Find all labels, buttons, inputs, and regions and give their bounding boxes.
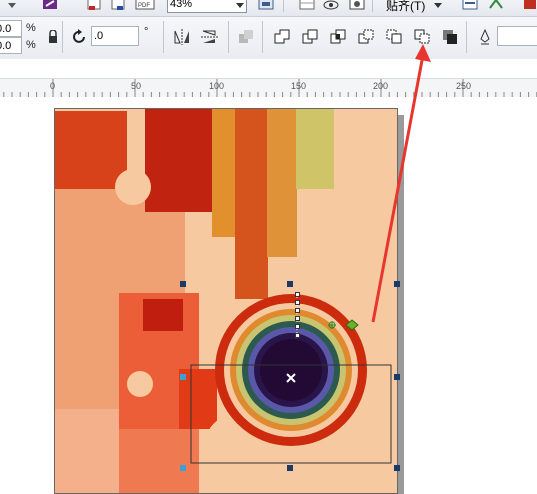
intersect-icon[interactable] — [328, 27, 348, 47]
ruler-label: 50 — [131, 81, 142, 91]
horizontal-ruler[interactable]: 0 50 100 150 200 250 — [0, 78, 537, 98]
resize-handle-middle-left[interactable] — [180, 374, 186, 380]
resize-handle-top-right[interactable] — [394, 281, 400, 287]
rotation-angle-field[interactable]: .0 — [91, 26, 139, 46]
ruler-label: 100 — [209, 81, 225, 91]
view-eye-icon[interactable] — [321, 0, 341, 16]
top-toolbar: PDF 43% 贴齐(T) — [0, 0, 537, 17]
node-handle[interactable] — [295, 324, 300, 329]
resize-handle-top-left[interactable] — [180, 281, 186, 287]
mirror-vertical-icon[interactable] — [200, 27, 220, 47]
ring-core[interactable] — [260, 339, 322, 401]
zoom-level-value: 43% — [170, 0, 193, 10]
y-scale-value: 0.0 — [0, 40, 12, 52]
x-scale-field[interactable]: 0.0 — [0, 20, 22, 37]
y-scale-field[interactable]: 0.0 — [0, 37, 22, 54]
snap-to-menu[interactable]: 贴齐(T) — [386, 0, 425, 14]
rotation-angle-value: .0 — [94, 30, 104, 42]
document-page[interactable] — [54, 108, 398, 494]
property-bar: 0.0 % 0.0 % .0 ° — [0, 17, 537, 60]
svg-text:PDF: PDF — [138, 3, 150, 9]
trim-icon[interactable] — [300, 27, 320, 47]
node-handle[interactable] — [295, 300, 300, 305]
x-scale-unit: % — [26, 22, 36, 34]
page-shadow — [398, 115, 404, 494]
export-icon[interactable] — [108, 0, 128, 16]
rotation-unit: ° — [144, 26, 149, 38]
resize-handle-top-middle[interactable] — [287, 281, 293, 287]
resize-handle-bottom-right[interactable] — [394, 465, 400, 471]
publish-icon[interactable] — [40, 0, 60, 16]
node-handle[interactable] — [295, 292, 300, 297]
import-icon[interactable] — [84, 0, 104, 16]
resize-handle-middle-right[interactable] — [394, 374, 400, 380]
mirror-horizontal-icon[interactable] — [172, 27, 192, 47]
full-screen-preview-icon[interactable] — [256, 0, 276, 16]
options-icon[interactable] — [460, 0, 480, 16]
outline-pen-icon[interactable] — [475, 27, 495, 47]
rotate-icon[interactable] — [70, 27, 90, 47]
concentric-circle-group[interactable] — [55, 109, 398, 494]
zoom-dropdown-icon[interactable] — [234, 0, 246, 16]
node-handle[interactable] — [295, 333, 300, 338]
snap-to-dropdown-icon[interactable] — [432, 0, 444, 16]
boundary-icon[interactable] — [440, 27, 460, 47]
back-minus-front-icon[interactable] — [412, 27, 432, 47]
resize-handle-bottom-middle[interactable] — [287, 465, 293, 471]
launcher-icon[interactable] — [486, 0, 506, 16]
node-handle[interactable] — [295, 308, 300, 313]
weld-icon[interactable] — [272, 27, 292, 47]
ruler-label: 200 — [373, 81, 389, 91]
app-close-icon[interactable] — [520, 0, 537, 16]
ruler-label: 150 — [291, 81, 307, 91]
dropdown-arrow-icon[interactable] — [6, 0, 18, 16]
resize-handle-bottom-left[interactable] — [180, 465, 186, 471]
x-scale-value: 0.0 — [0, 23, 12, 35]
outline-width-field[interactable] — [497, 26, 537, 46]
combine-icon[interactable] — [236, 27, 256, 47]
rulers-icon[interactable] — [297, 0, 317, 16]
node-handle[interactable] — [295, 316, 300, 321]
snap-to-label: 贴齐(T) — [386, 0, 426, 13]
ruler-label: 0 — [50, 81, 56, 91]
y-scale-unit: % — [26, 39, 36, 51]
front-minus-back-icon[interactable] — [384, 27, 404, 47]
simplify-icon[interactable] — [356, 27, 376, 47]
snap-grid-icon[interactable] — [347, 0, 367, 16]
lock-ratio-icon[interactable] — [43, 27, 63, 47]
ruler-label: 250 — [456, 81, 472, 91]
pdf-icon[interactable]: PDF — [134, 0, 156, 16]
toolbar-gap — [0, 59, 537, 78]
